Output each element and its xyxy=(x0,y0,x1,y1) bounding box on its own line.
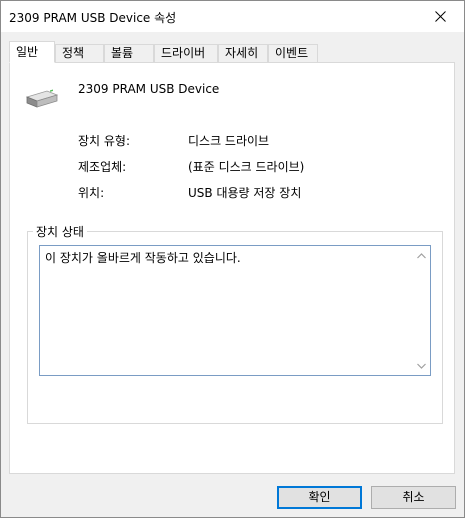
tab-details[interactable]: 자세히 xyxy=(218,44,268,62)
location-label: 위치: xyxy=(78,186,105,200)
manufacturer-value: (표준 디스크 드라이브) xyxy=(188,160,305,174)
close-button[interactable] xyxy=(418,1,464,32)
device-status-textbox[interactable]: 이 장치가 올바르게 작동하고 있습니다. xyxy=(39,245,431,376)
general-panel: 2309 PRAM USB Device 장치 유형: 디스크 드라이브 제조업… xyxy=(9,62,455,474)
tab-general[interactable]: 일반 xyxy=(9,41,55,63)
scroll-down-icon[interactable] xyxy=(416,362,427,370)
device-status-title: 장치 상태 xyxy=(33,223,87,240)
title-bar[interactable]: 2309 PRAM USB Device 속성 xyxy=(1,1,464,32)
device-type-label: 장치 유형: xyxy=(78,134,131,148)
device-status-group: 장치 상태 이 장치가 올바르게 작동하고 있습니다. xyxy=(27,223,443,424)
ok-button[interactable]: 확인 xyxy=(277,486,362,509)
device-status-text: 이 장치가 올바르게 작동하고 있습니다. xyxy=(45,251,241,265)
location-value: USB 대용량 저장 장치 xyxy=(188,186,302,200)
device-name: 2309 PRAM USB Device xyxy=(78,82,220,96)
tab-policies[interactable]: 정책 xyxy=(55,44,104,62)
scroll-up-icon[interactable] xyxy=(416,252,427,260)
window-title: 2309 PRAM USB Device 속성 xyxy=(9,11,177,25)
cancel-button[interactable]: 취소 xyxy=(371,486,456,509)
close-icon xyxy=(435,11,446,22)
drive-icon xyxy=(25,89,59,108)
tab-driver[interactable]: 드라이버 xyxy=(154,44,218,62)
device-type-value: 디스크 드라이브 xyxy=(188,134,270,148)
tab-events[interactable]: 이벤트 xyxy=(268,44,318,62)
manufacturer-label: 제조업체: xyxy=(78,160,127,174)
tab-volumes[interactable]: 볼륨 xyxy=(104,44,154,62)
properties-window: 2309 PRAM USB Device 속성 일반 정책 볼륨 드라이버 자세… xyxy=(0,0,465,518)
